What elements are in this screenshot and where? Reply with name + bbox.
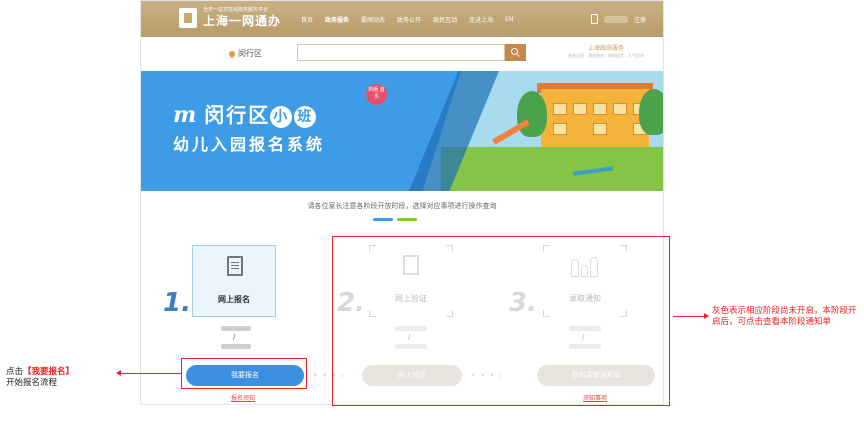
top-nav-bar: 全市一站式在线政务服务平台 上海一网通办 首页 政务服务 要闻动态 政务公开 政… — [141, 1, 663, 37]
nav-public[interactable]: 政务公开 — [397, 15, 421, 24]
tree-illustration — [517, 91, 547, 137]
right-callout-arrow — [673, 313, 709, 319]
highlight-inactive-steps-box — [332, 236, 670, 406]
banner-title: m 闵行区小班 — [173, 99, 317, 128]
nav-shanghai[interactable]: 走进上海 — [469, 15, 493, 24]
carousel-dots — [373, 218, 417, 221]
school-window — [553, 123, 567, 135]
banner-subtitle: 幼儿入园报名系统 — [173, 135, 326, 154]
hotline-subtitle: 智能问答 · 政务服务 · 网络留言 · 人气咨询 — [568, 53, 644, 58]
notice-text: 请各位家长注意各阶段开放时段，选择对应事项进行操作查询 — [307, 202, 497, 210]
logo-title: 上海一网通办 — [203, 14, 282, 28]
left-callout: 点击【我要报名】 开始报名流程 — [6, 367, 74, 389]
district-selector[interactable]: 闵行区 — [227, 48, 262, 59]
banner-ban: 班 — [294, 105, 317, 128]
search-row: 闵行区 上海政府服务 智能问答 · 政务服务 · 网络留言 · 人气咨询 — [141, 37, 663, 72]
step1-end-date — [221, 344, 251, 349]
grass-illustration — [441, 147, 663, 191]
user-area: 注册 — [591, 1, 646, 37]
banner-badge: 新版 首页 — [366, 84, 387, 105]
step1-label: 网上报名 — [218, 295, 250, 304]
step1-card[interactable]: 网上报名 — [192, 245, 276, 317]
left-callout-arrow — [116, 370, 182, 376]
school-building — [541, 89, 649, 155]
right-callout: 灰色表示相应阶段尚未开启，本阶段开启后，可点击查看本阶段通知单 — [712, 306, 857, 327]
hero-banner: m 闵行区小班 新版 首页 幼儿入园报名系统 — [141, 71, 663, 191]
tree-illustration — [639, 89, 663, 135]
school-window — [593, 123, 607, 135]
carousel-dot[interactable] — [397, 218, 417, 221]
location-pin-icon — [227, 49, 237, 58]
carousel-dot[interactable] — [373, 218, 393, 221]
banner-district: 闵行区 — [204, 103, 271, 127]
nav-home[interactable]: 首页 — [301, 15, 313, 24]
left-callout-highlight: 【我要报名】 — [23, 367, 75, 377]
district-label: 闵行区 — [238, 49, 262, 58]
nav-interaction[interactable]: 政民互动 — [433, 15, 457, 24]
emblem-icon — [179, 8, 197, 28]
nav-services[interactable]: 政务服务 — [325, 15, 349, 24]
school-window — [613, 103, 627, 115]
step1-start-date — [221, 326, 251, 331]
form-icon — [227, 256, 243, 276]
search-button[interactable] — [505, 44, 526, 61]
hotline-title: 上海政府服务 — [587, 45, 624, 52]
login-link[interactable] — [604, 15, 628, 23]
service-hotline[interactable]: 上海政府服务 智能问答 · 政务服务 · 网络留言 · 人气咨询 — [561, 45, 651, 59]
m-logo-icon: m — [173, 102, 199, 128]
left-callout-prefix: 点击 — [6, 367, 24, 377]
step1-number: 1. — [163, 288, 191, 318]
register-link[interactable]: 注册 — [634, 15, 646, 24]
nav-english[interactable]: EN — [505, 16, 513, 23]
school-window — [553, 103, 567, 115]
site-logo[interactable]: 全市一站式在线政务服务平台 上海一网通办 — [179, 6, 283, 32]
mobile-icon[interactable] — [591, 14, 598, 24]
left-callout-line2: 开始报名流程 — [6, 378, 58, 388]
logo-subtitle: 全市一站式在线政务服务平台 — [203, 7, 269, 13]
banner-xiao: 小 — [270, 105, 293, 128]
main-nav: 首页 政务服务 要闻动态 政务公开 政民互动 走进上海 EN — [301, 1, 525, 37]
school-window — [593, 103, 607, 115]
search-input[interactable] — [297, 44, 505, 61]
apply-notice-link[interactable]: 报名须知 — [231, 393, 255, 402]
highlight-apply-box — [181, 358, 307, 389]
nav-news[interactable]: 要闻动态 — [361, 15, 385, 24]
school-window — [573, 103, 587, 115]
step1-date-sep: / — [233, 333, 236, 341]
